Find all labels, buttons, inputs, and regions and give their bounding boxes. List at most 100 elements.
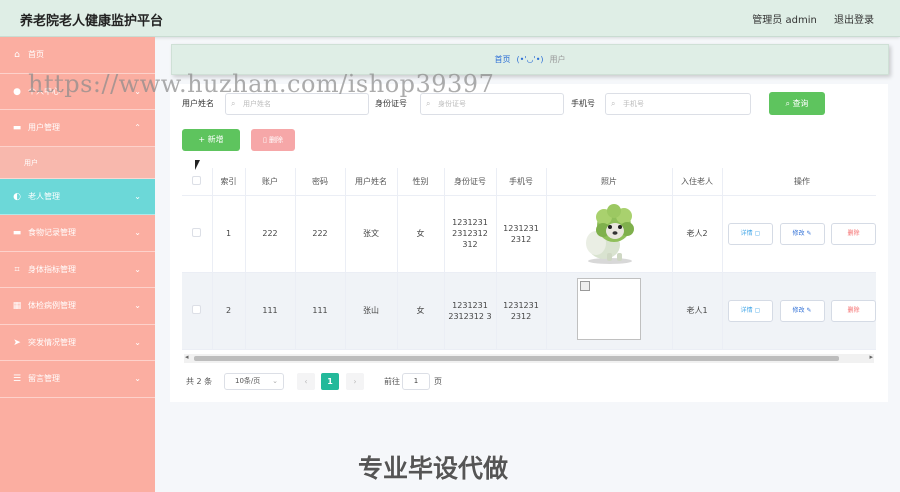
photo-cell (546, 195, 673, 273)
page-size-value: 10条/页 (235, 377, 261, 385)
sidebar-item-food-records[interactable]: ▬ 食物记录管理 ⌄ (0, 215, 155, 252)
goto-label: 前往 (384, 377, 400, 386)
index-cell: 1 (212, 195, 246, 273)
edit-label: 修改 (792, 306, 805, 314)
page-suffix: 页 (434, 377, 442, 386)
watermark-text: 专业毕设代做 (358, 454, 509, 483)
chevron-down-icon: ⌄ (134, 337, 141, 347)
scroll-right-icon[interactable]: ▸ (869, 353, 873, 361)
scrollbar-thumb[interactable] (194, 356, 839, 361)
delete-button[interactable]: 删除 (831, 299, 876, 322)
account-cell: 111 (245, 272, 296, 350)
detail-button[interactable]: 详情 ▢ (727, 222, 773, 245)
content-panel: 用户姓名 ⌕ 用户姓名 身份证号 ⌕ 身份证号 手机号 ⌕ 手机号 ⌕ 查询 +… (170, 84, 888, 402)
column-header: 索引 (212, 168, 246, 196)
column-header: 手机号 (496, 168, 547, 196)
sidebar-subitem-user[interactable]: 用户 (0, 146, 155, 179)
phone-placeholder: 手机号 (623, 100, 644, 108)
user-table: 索引 账户 密码 用户姓名 性别 身份证号 手机号 照片 入住老人 操作 1 2… (182, 168, 876, 354)
column-header: 入住老人 (672, 168, 723, 196)
monitor-icon: ▬ (12, 123, 22, 133)
edit-label: 修改 (792, 229, 805, 237)
document-icon: ▢ (754, 229, 761, 237)
id-number-cell: 1231231 2312312 312 (444, 195, 497, 273)
breadcrumb-emoticon: (•'◡'•) (516, 55, 544, 64)
detail-button[interactable]: 详情 ▢ (727, 299, 773, 322)
edit-button[interactable]: 修改 ✎ (779, 299, 825, 322)
page-number[interactable]: 1 (321, 373, 339, 390)
batch-delete-label: 删除 (269, 136, 284, 144)
goto-page-input[interactable]: 1 (402, 373, 430, 390)
sidebar-item-label: 用户管理 (28, 123, 60, 132)
phone-search-input[interactable]: ⌕ 手机号 (605, 93, 751, 115)
breadcrumb-home[interactable]: 首页 (494, 55, 510, 64)
name-label: 用户姓名 (182, 99, 214, 108)
delete-button[interactable]: 删除 (831, 222, 876, 245)
column-header: 性别 (397, 168, 445, 196)
sidebar-item-messages[interactable]: ☰ 留言管理 ⌄ (0, 361, 155, 398)
actions-cell: 详情 ▢ 修改 ✎ 删除 (722, 195, 876, 273)
sidebar: ⌂ 首页 ● 个人中心 ⌄ ▬ 用户管理 ⌃ 用户 ◐ 老人管理 ⌄ ▬ 食物记… (0, 37, 155, 492)
sidebar-item-medical-cases[interactable]: ▦ 体检病例管理 ⌄ (0, 288, 155, 325)
row-checkbox[interactable] (192, 304, 202, 314)
column-header: 用户姓名 (345, 168, 398, 196)
cabbage-dog-image (586, 204, 634, 264)
pencil-icon: ✎ (806, 306, 812, 314)
select-all-cell[interactable] (182, 168, 213, 196)
user-icon: ● (13, 86, 21, 97)
app-title: 养老院老人健康监护平台 (20, 14, 164, 29)
sidebar-item-emergencies[interactable]: ➤ 突发情况管理 ⌄ (0, 325, 155, 361)
sidebar-item-label: 食物记录管理 (28, 228, 76, 237)
sidebar-item-home[interactable]: ⌂ 首页 (0, 37, 155, 74)
phone-cell: 1231231 2312 (496, 272, 547, 350)
phone-label: 手机号 (571, 99, 595, 108)
column-header: 操作 (722, 168, 876, 196)
row-select-cell[interactable] (182, 195, 213, 273)
sidebar-item-label: 身体指标管理 (28, 264, 76, 274)
chevron-down-icon: ⌄ (134, 191, 141, 201)
search-icon: ⌕ (611, 99, 616, 108)
row-select-cell[interactable] (182, 272, 213, 350)
sidebar-item-label: 老人管理 (28, 191, 60, 201)
account-cell: 222 (245, 195, 296, 273)
index-cell: 2 (212, 272, 246, 350)
prev-page-button[interactable]: ‹ (297, 373, 315, 390)
scroll-left-icon[interactable]: ◂ (185, 353, 189, 361)
pencil-icon: ✎ (806, 229, 812, 237)
next-page-button[interactable]: › (346, 373, 364, 390)
batch-delete-button[interactable]: ▯ 删除 (251, 129, 295, 151)
broken-image (577, 278, 641, 340)
gender-cell: 女 (397, 272, 445, 350)
send-icon: ➤ (13, 337, 21, 348)
home-icon: ⌂ (14, 50, 20, 60)
chevron-down-icon: ⌄ (134, 374, 141, 383)
sidebar-item-user-management[interactable]: ▬ 用户管理 ⌃ (0, 110, 155, 147)
column-header: 账户 (245, 168, 296, 196)
delete-label: 删除 (847, 306, 860, 314)
page-size-select[interactable]: 10条/页 ⌄ (224, 373, 284, 390)
grid-icon: ▦ (12, 301, 22, 311)
logout-button[interactable]: 退出登录 (834, 15, 874, 26)
sidebar-item-body-metrics[interactable]: ⌗ 身体指标管理 ⌄ (0, 252, 155, 288)
admin-user-label[interactable]: 管理员 admin (752, 15, 817, 26)
chevron-down-icon: ⌄ (272, 377, 278, 385)
query-button[interactable]: ⌕ 查询 (769, 92, 825, 115)
chevron-up-icon: ⌃ (134, 123, 141, 132)
password-cell: 222 (295, 195, 346, 273)
sidebar-item-label: 体检病例管理 (28, 301, 76, 310)
detail-label: 详情 (740, 229, 753, 237)
detail-label: 详情 (740, 306, 753, 314)
add-button[interactable]: + 新增 (182, 129, 240, 151)
name-placeholder: 用户姓名 (243, 100, 271, 108)
chevron-down-icon: ⌄ (134, 301, 141, 310)
row-checkbox[interactable] (192, 227, 202, 237)
crop-icon: ⌗ (14, 264, 20, 275)
edit-button[interactable]: 修改 ✎ (779, 222, 825, 245)
name-cell: 张山 (345, 272, 398, 350)
horizontal-scrollbar[interactable]: ◂ ▸ (184, 353, 874, 363)
phone-cell: 1231231 2312 (496, 195, 547, 273)
gender-cell: 女 (397, 195, 445, 273)
select-all-checkbox[interactable] (192, 175, 202, 185)
sidebar-item-elder-management[interactable]: ◐ 老人管理 ⌄ (0, 178, 155, 215)
search-icon: ⌕ (785, 99, 793, 108)
